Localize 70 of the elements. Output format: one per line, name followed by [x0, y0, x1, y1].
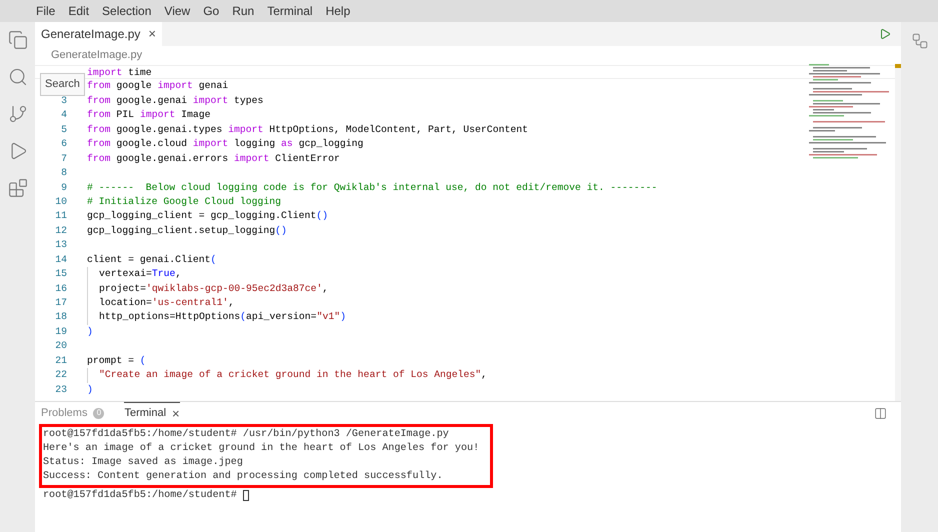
line-number: 17: [55, 297, 67, 308]
files-icon[interactable]: [8, 30, 28, 50]
menu-item[interactable]: Go: [203, 2, 220, 20]
code-line: from google.cloud import logging as gcp_logging: [87, 137, 364, 152]
line-number: 18: [55, 311, 67, 322]
tooltip: Search: [40, 73, 85, 96]
menu-item[interactable]: Run: [232, 2, 254, 20]
line-number: 12: [55, 224, 67, 236]
code-line: "Create an image of a cricket ground in the heart of Los Angeles",: [99, 368, 488, 382]
terminal-line: Success: Content generation and processing completed successfully.: [43, 470, 444, 484]
code-line: from PIL import Image: [87, 108, 210, 122]
menu-item[interactable]: Help: [326, 2, 350, 20]
line-number: 9: [61, 182, 67, 192]
menu-item[interactable]: Selection: [102, 2, 152, 20]
code-line: from google.genai import types: [87, 94, 264, 108]
code-line: ): [87, 324, 93, 339]
editor-tab[interactable]: GenerateImage.py ×: [35, 22, 162, 46]
code-line: gcp_logging_client.setup_logging(): [87, 224, 287, 238]
terminal-prompt: root@157fd1da5fb5:/home/student#: [43, 488, 238, 503]
line-number: 16: [55, 282, 67, 294]
search-icon[interactable]: [8, 67, 28, 87]
nodes-icon[interactable]: [910, 32, 928, 50]
line-number: 8: [61, 167, 67, 178]
extensions-icon[interactable]: [8, 178, 28, 198]
code-line: ): [87, 382, 93, 397]
line-number: 14: [55, 254, 67, 265]
terminal-line: Here's an image of a cricket ground in the heart of Los Angeles for you!: [43, 442, 480, 456]
branch-icon[interactable]: [8, 104, 28, 124]
line-number: 6: [61, 138, 67, 150]
line-number: 3: [61, 94, 67, 106]
panel-tab[interactable]: Terminal ×: [124, 402, 180, 424]
menu-item[interactable]: Edit: [68, 2, 90, 20]
code-line: http_options=HttpOptions(api_version="v1"): [99, 310, 346, 324]
panel-tab[interactable]: Problems 0: [41, 402, 104, 424]
code-line: client = genai.Client(: [87, 252, 216, 267]
line-number: 21: [55, 354, 67, 366]
menu-item[interactable]: File: [36, 2, 56, 20]
cursor: [242, 490, 249, 501]
terminal-line: root@157fd1da5fb5:/home/student# /usr/bin/python3 /GenerateImage.py: [43, 428, 450, 442]
line-number: 10: [55, 196, 67, 207]
line-number: 5: [61, 124, 67, 135]
split-icon[interactable]: [874, 406, 887, 420]
line-number: 11: [55, 210, 67, 222]
code-line: from google.genai.types import HttpOptions, ModelContent, Part, UserContent: [87, 122, 528, 137]
code-line: # ------ Below cloud logging code is for Qwiklab's internal use, do not edit/remove it. --------: [87, 180, 658, 194]
run-icon[interactable]: [879, 28, 891, 40]
code-line: from google.genai.errors import ClientError: [87, 152, 340, 166]
close-icon[interactable]: ×: [148, 24, 156, 44]
line-number: 23: [55, 384, 67, 395]
breadcrumb[interactable]: GenerateImage.py: [35, 46, 901, 64]
code-line: # Initialize Google Cloud logging: [87, 194, 282, 209]
line-number: 13: [55, 239, 67, 250]
code-line: from google import genai: [87, 79, 228, 94]
terminal-line: Status: Image saved as image.jpeg: [43, 456, 244, 470]
line-number: 7: [61, 152, 67, 164]
code-line: location='us-central1',: [99, 296, 234, 310]
menu-item[interactable]: Terminal: [267, 2, 313, 20]
line-number: 19: [55, 326, 67, 337]
code-line: vertexai=True,: [99, 267, 182, 282]
line-number: 22: [55, 369, 67, 380]
line-number: 15: [55, 268, 67, 280]
code-line: project='qwiklabs-gcp-00-95ec2d3a87ce',: [99, 282, 328, 296]
line-number: 20: [55, 340, 67, 352]
code-line: prompt = (: [87, 354, 146, 368]
count-badge: 0: [93, 408, 104, 418]
code-line: import time: [87, 66, 152, 78]
line-number: 4: [61, 109, 67, 120]
close-icon[interactable]: ×: [172, 404, 180, 424]
menu-item[interactable]: View: [164, 2, 190, 20]
code-line: gcp_logging_client = gcp_logging.Client(): [87, 209, 328, 224]
